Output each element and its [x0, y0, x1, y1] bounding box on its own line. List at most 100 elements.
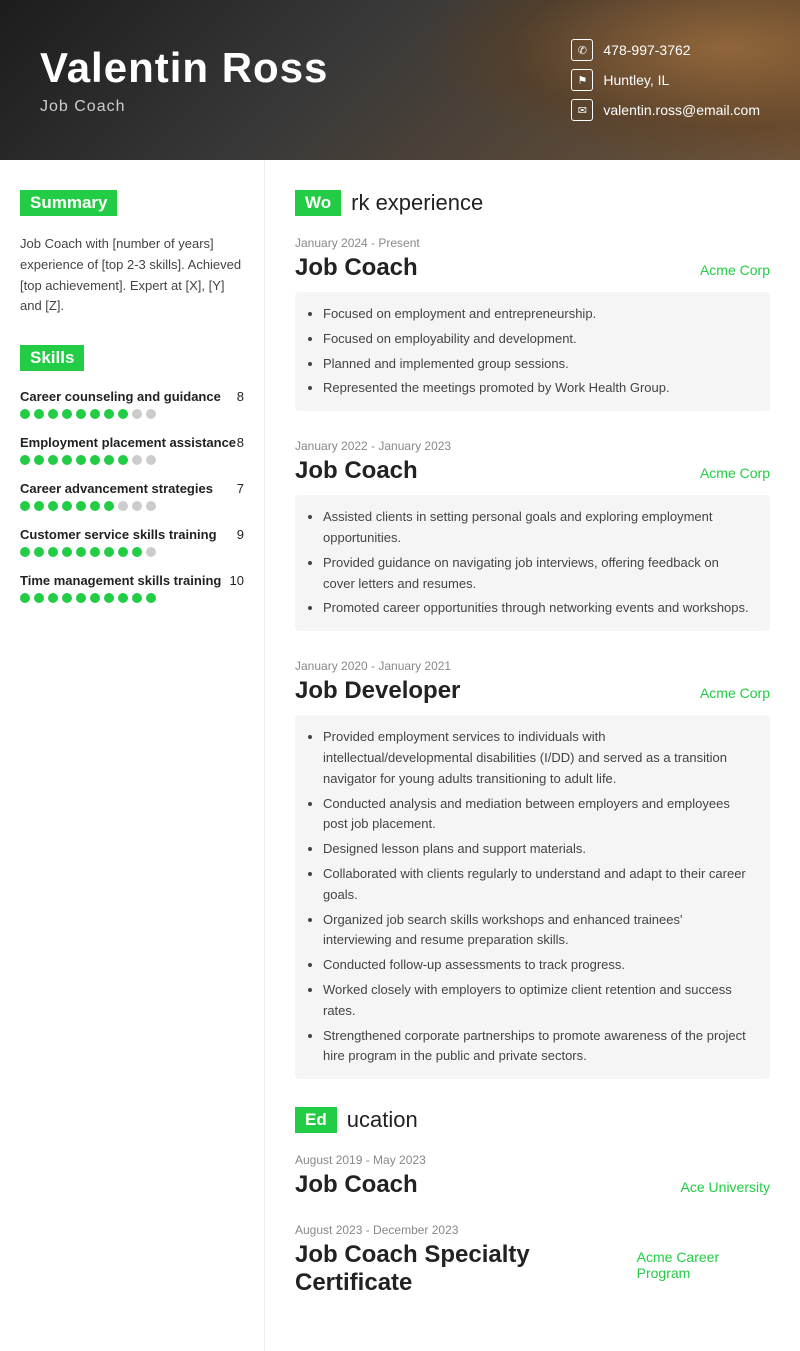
edu-date: August 2023 - December 2023: [295, 1223, 770, 1237]
bullet-item: Assisted clients in setting personal goa…: [323, 507, 754, 549]
work-header-label: Wo: [295, 190, 341, 216]
empty-dot: [132, 409, 142, 419]
filled-dot: [20, 455, 30, 465]
skills-section: Skills Career counseling and guidance 8 Em…: [20, 345, 244, 603]
filled-dot: [20, 501, 30, 511]
bullet-item: Focused on employability and development…: [323, 329, 754, 350]
filled-dot: [118, 409, 128, 419]
skill-header: Time management skills training 10: [20, 573, 244, 588]
job-date: January 2022 - January 2023: [295, 439, 770, 453]
filled-dot: [104, 547, 114, 557]
right-column: Wo rk experience January 2024 - PresentJ…: [265, 160, 800, 1351]
location-text: Huntley, IL: [603, 72, 669, 88]
phone-contact: ✆ 478-997-3762: [571, 39, 760, 61]
filled-dot: [118, 593, 128, 603]
bullet-item: Worked closely with employers to optimiz…: [323, 980, 754, 1022]
skill-dots: [20, 593, 244, 603]
skill-dots: [20, 455, 244, 465]
bullet-item: Collaborated with clients regularly to u…: [323, 864, 754, 906]
filled-dot: [34, 547, 44, 557]
bullet-item: Provided guidance on navigating job inte…: [323, 553, 754, 595]
skill-score: 7: [237, 481, 244, 496]
filled-dot: [48, 455, 58, 465]
location-contact: ⚑ Huntley, IL: [571, 69, 760, 91]
job-date: January 2020 - January 2021: [295, 659, 770, 673]
email-address: valentin.ross@email.com: [603, 102, 760, 118]
filled-dot: [62, 455, 72, 465]
empty-dot: [132, 455, 142, 465]
resume-header: Valentin Ross Job Coach ✆ 478-997-3762 ⚑…: [0, 0, 800, 160]
filled-dot: [90, 455, 100, 465]
skill-name: Career counseling and guidance: [20, 389, 221, 404]
edu-title-row: Job CoachAce University: [295, 1171, 770, 1199]
phone-number: 478-997-3762: [603, 42, 690, 58]
job-title-row: Job Coach Acme Corp: [295, 457, 770, 485]
filled-dot: [146, 593, 156, 603]
filled-dot: [76, 593, 86, 603]
filled-dot: [48, 547, 58, 557]
filled-dot: [48, 593, 58, 603]
education-section: Ed ucation August 2019 - May 2023 Job Coa…: [295, 1107, 770, 1297]
filled-dot: [62, 547, 72, 557]
skill-header: Career advancement strategies7: [20, 481, 244, 496]
bullet-item: Represented the meetings promoted by Wor…: [323, 378, 754, 399]
edu-entry: August 2023 - December 2023 Job Coach Spe…: [295, 1223, 770, 1297]
job-title: Job Coach: [295, 457, 418, 485]
summary-text: Job Coach with [number of years] experie…: [20, 234, 244, 317]
filled-dot: [48, 409, 58, 419]
bullet-item: Focused on employment and entrepreneursh…: [323, 304, 754, 325]
skill-dots: [20, 409, 244, 419]
filled-dot: [118, 455, 128, 465]
email-icon: ✉: [571, 99, 593, 121]
filled-dot: [104, 455, 114, 465]
header-contact: ✆ 478-997-3762 ⚑ Huntley, IL ✉ valentin.…: [571, 39, 760, 121]
skill-item: Customer service skills training9: [20, 527, 244, 557]
candidate-title: Job Coach: [40, 98, 571, 116]
edu-date: August 2019 - May 2023: [295, 1153, 770, 1167]
location-icon: ⚑: [571, 69, 593, 91]
job-company: Acme Corp: [700, 262, 770, 278]
skill-score: 10: [230, 573, 244, 588]
filled-dot: [48, 501, 58, 511]
filled-dot: [90, 593, 100, 603]
skill-header: Employment placement assistance8: [20, 435, 244, 450]
header-content: Valentin Ross Job Coach ✆ 478-997-3762 ⚑…: [0, 19, 800, 141]
phone-icon: ✆: [571, 39, 593, 61]
edu-header-label: Ed: [295, 1107, 337, 1133]
bullet-item: Conducted analysis and mediation between…: [323, 794, 754, 836]
filled-dot: [104, 501, 114, 511]
filled-dot: [104, 409, 114, 419]
jobs-list: January 2024 - PresentJob CoachAcme Corp…: [295, 236, 770, 1079]
job-entry: January 2024 - PresentJob CoachAcme Corp…: [295, 236, 770, 411]
filled-dot: [34, 455, 44, 465]
main-body: Summary Job Coach with [number of years]…: [0, 160, 800, 1351]
edu-title-row: Job Coach Specialty CertificateAcme Care…: [295, 1241, 770, 1297]
job-title: Job Coach: [295, 254, 418, 282]
skill-dots: [20, 547, 244, 557]
edu-institution: Acme Career Program: [637, 1249, 770, 1281]
work-experience-section: Wo rk experience January 2024 - PresentJ…: [295, 190, 770, 1079]
skill-name: Time management skills training: [20, 573, 221, 588]
skill-item: Career advancement strategies7: [20, 481, 244, 511]
skills-header: Skills: [20, 345, 84, 371]
filled-dot: [20, 547, 30, 557]
bullet-item: Designed lesson plans and support materi…: [323, 839, 754, 860]
bullet-item: Planned and implemented group sessions.: [323, 354, 754, 375]
filled-dot: [90, 409, 100, 419]
filled-dot: [20, 593, 30, 603]
skill-name: Customer service skills training: [20, 527, 217, 542]
bullet-item: Provided employment services to individu…: [323, 727, 754, 789]
filled-dot: [34, 409, 44, 419]
empty-dot: [146, 501, 156, 511]
education-list: August 2019 - May 2023 Job CoachAce Unive…: [295, 1153, 770, 1297]
edu-header-title: ucation: [347, 1107, 418, 1133]
left-column: Summary Job Coach with [number of years]…: [0, 160, 265, 1351]
job-company: Acme Corp: [700, 685, 770, 701]
filled-dot: [104, 593, 114, 603]
filled-dot: [76, 409, 86, 419]
job-company: Acme Corp: [700, 465, 770, 481]
skill-score: 8: [237, 389, 244, 404]
bullet-item: Strengthened corporate partnerships to p…: [323, 1026, 754, 1068]
work-header-title: rk experience: [351, 190, 483, 216]
edu-entry: August 2019 - May 2023 Job CoachAce Unive…: [295, 1153, 770, 1199]
